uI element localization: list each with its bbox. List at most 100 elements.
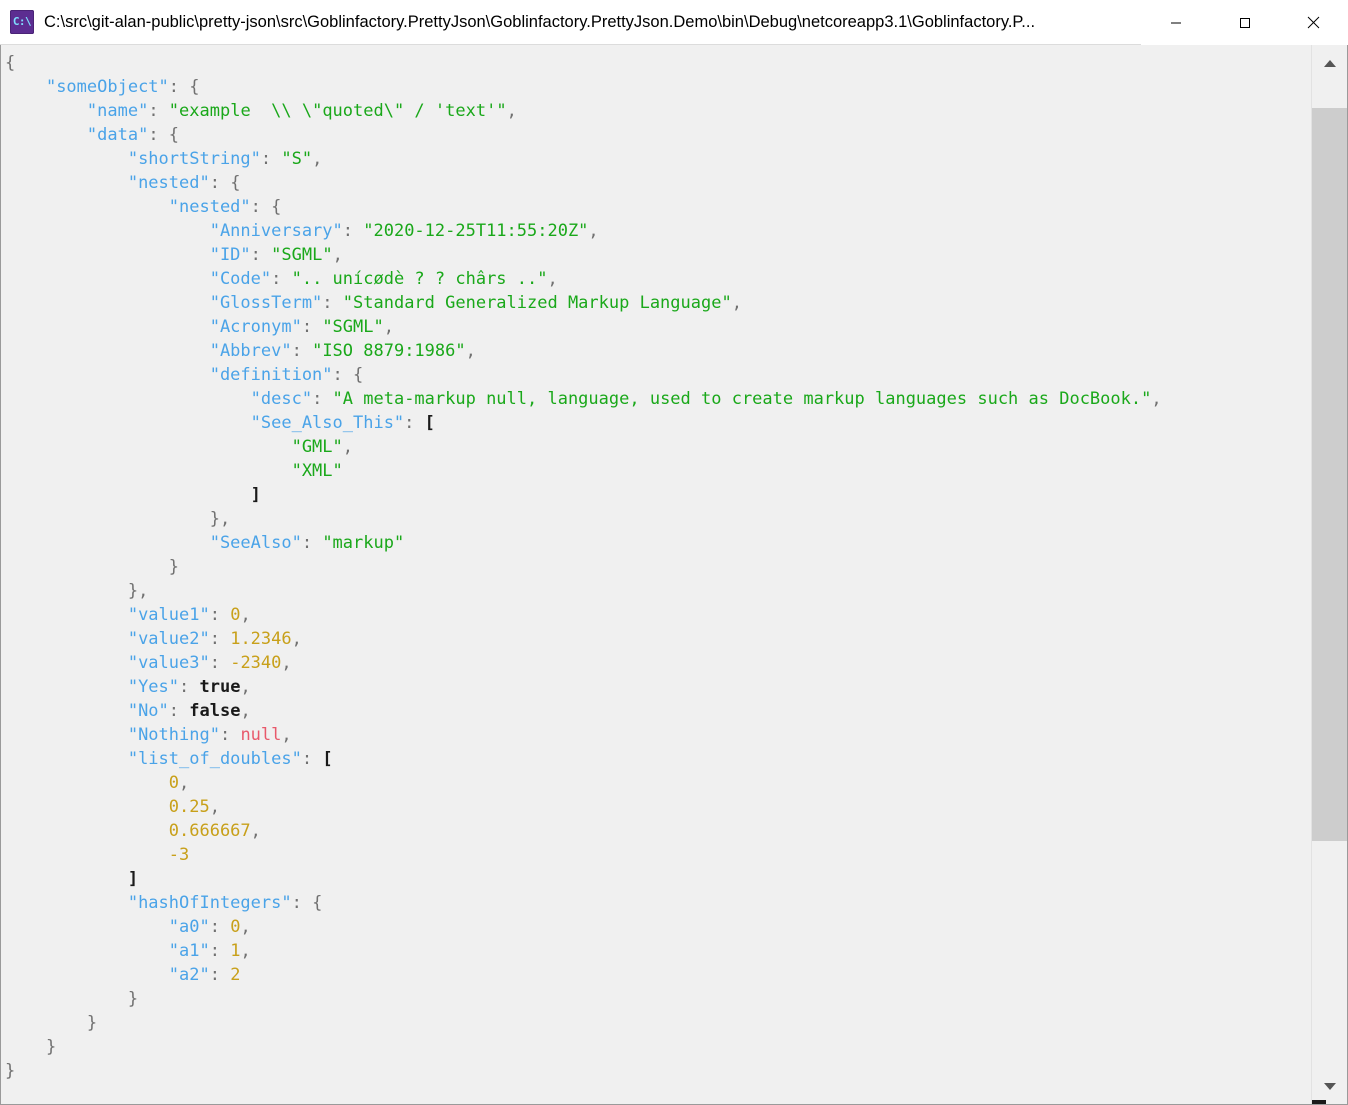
json-token-p: :	[209, 965, 231, 985]
json-line: }	[5, 1011, 1311, 1035]
json-token-n: 0	[230, 605, 241, 625]
json-token-s: ".. unícødè ? ? chârs .."	[291, 269, 548, 289]
json-line: "GML",	[5, 435, 1311, 459]
json-token-p: }	[168, 557, 180, 577]
json-token-s: "XML"	[291, 461, 343, 481]
scrollbar-corner	[1312, 1100, 1326, 1104]
json-token-s: "GML"	[291, 437, 343, 457]
window-controls	[1141, 0, 1348, 45]
json-line: "a1": 1,	[5, 939, 1311, 963]
json-line: 0.666667,	[5, 819, 1311, 843]
scroll-up-button[interactable]	[1312, 45, 1347, 81]
vertical-scrollbar[interactable]	[1311, 45, 1347, 1104]
json-token-p: }	[127, 581, 139, 601]
json-token-p: :	[209, 173, 231, 193]
json-line: }	[5, 1059, 1311, 1083]
json-token-b: true	[199, 677, 241, 697]
json-line: "No": false,	[5, 699, 1311, 723]
json-token-p: :	[301, 749, 323, 769]
json-line: "Anniversary": "2020-12-25T11:55:20Z",	[5, 219, 1311, 243]
json-token-p: :	[148, 125, 169, 145]
maximize-button[interactable]	[1210, 0, 1279, 45]
console-app-icon: C:\	[10, 10, 34, 34]
json-token-p: {	[5, 53, 16, 73]
minimize-button[interactable]	[1141, 0, 1210, 45]
json-token-k: "name"	[86, 101, 149, 121]
json-token-p: {	[189, 77, 200, 97]
json-token-p: {	[312, 893, 323, 913]
json-line: "shortString": "S",	[5, 147, 1311, 171]
minimize-icon	[1170, 22, 1181, 23]
json-line: "Yes": true,	[5, 675, 1311, 699]
json-token-p: ,	[179, 773, 190, 793]
json-token-p: ,	[240, 605, 251, 625]
json-token-k: "value1"	[127, 605, 210, 625]
json-token-k: "someObject"	[45, 77, 169, 97]
json-token-n: 0	[168, 773, 180, 793]
json-output-area[interactable]: { "someObject": { "name": "example \\ \"…	[1, 45, 1311, 1104]
json-line: 0.25,	[5, 795, 1311, 819]
console-client-area: { "someObject": { "name": "example \\ \"…	[0, 45, 1348, 1105]
json-line: "ID": "SGML",	[5, 243, 1311, 267]
scrollbar-thumb[interactable]	[1312, 108, 1347, 841]
json-token-k: "Code"	[209, 269, 272, 289]
close-button[interactable]	[1279, 0, 1348, 45]
json-line: }	[5, 555, 1311, 579]
json-token-n: 2	[230, 965, 241, 985]
scrollbar-track[interactable]	[1312, 81, 1347, 1068]
json-token-p: ,	[138, 581, 149, 601]
json-token-p: }	[5, 1061, 16, 1081]
json-line: {	[5, 51, 1311, 75]
json-token-k: "definition"	[209, 365, 333, 385]
json-token-s: "markup"	[322, 533, 405, 553]
json-token-s: "Standard Generalized Markup Language"	[342, 293, 732, 313]
json-token-p: }	[86, 1013, 98, 1033]
json-line: "definition": {	[5, 363, 1311, 387]
json-token-k: "nested"	[127, 173, 210, 193]
title-bar: C:\ C:\src\git-alan-public\pretty-json\s…	[0, 0, 1348, 45]
json-text: { "someObject": { "name": "example \\ \"…	[1, 51, 1311, 1083]
json-token-s: "S"	[281, 149, 313, 169]
scroll-down-button[interactable]	[1312, 1068, 1347, 1104]
json-line: "hashOfIntegers": {	[5, 891, 1311, 915]
json-token-s: "example \\ \"quoted\" / 'text'"	[168, 101, 507, 121]
json-token-k: "a1"	[168, 941, 210, 961]
json-token-p: }	[45, 1037, 57, 1057]
json-token-p: :	[209, 653, 231, 673]
json-token-p: :	[342, 221, 364, 241]
json-token-p: :	[301, 533, 323, 553]
json-line: "data": {	[5, 123, 1311, 147]
json-line: "See_Also_This": [	[5, 411, 1311, 435]
json-token-k: "GlossTerm"	[209, 293, 323, 313]
json-token-p: :	[148, 101, 169, 121]
json-line: "GlossTerm": "Standard Generalized Marku…	[5, 291, 1311, 315]
json-line: "XML"	[5, 459, 1311, 483]
json-token-p: :	[301, 317, 323, 337]
json-token-p: ,	[383, 317, 394, 337]
json-token-p: ,	[731, 293, 742, 313]
json-token-p: :	[219, 725, 241, 745]
json-token-n: 0	[230, 917, 241, 937]
json-token-p: {	[230, 173, 241, 193]
